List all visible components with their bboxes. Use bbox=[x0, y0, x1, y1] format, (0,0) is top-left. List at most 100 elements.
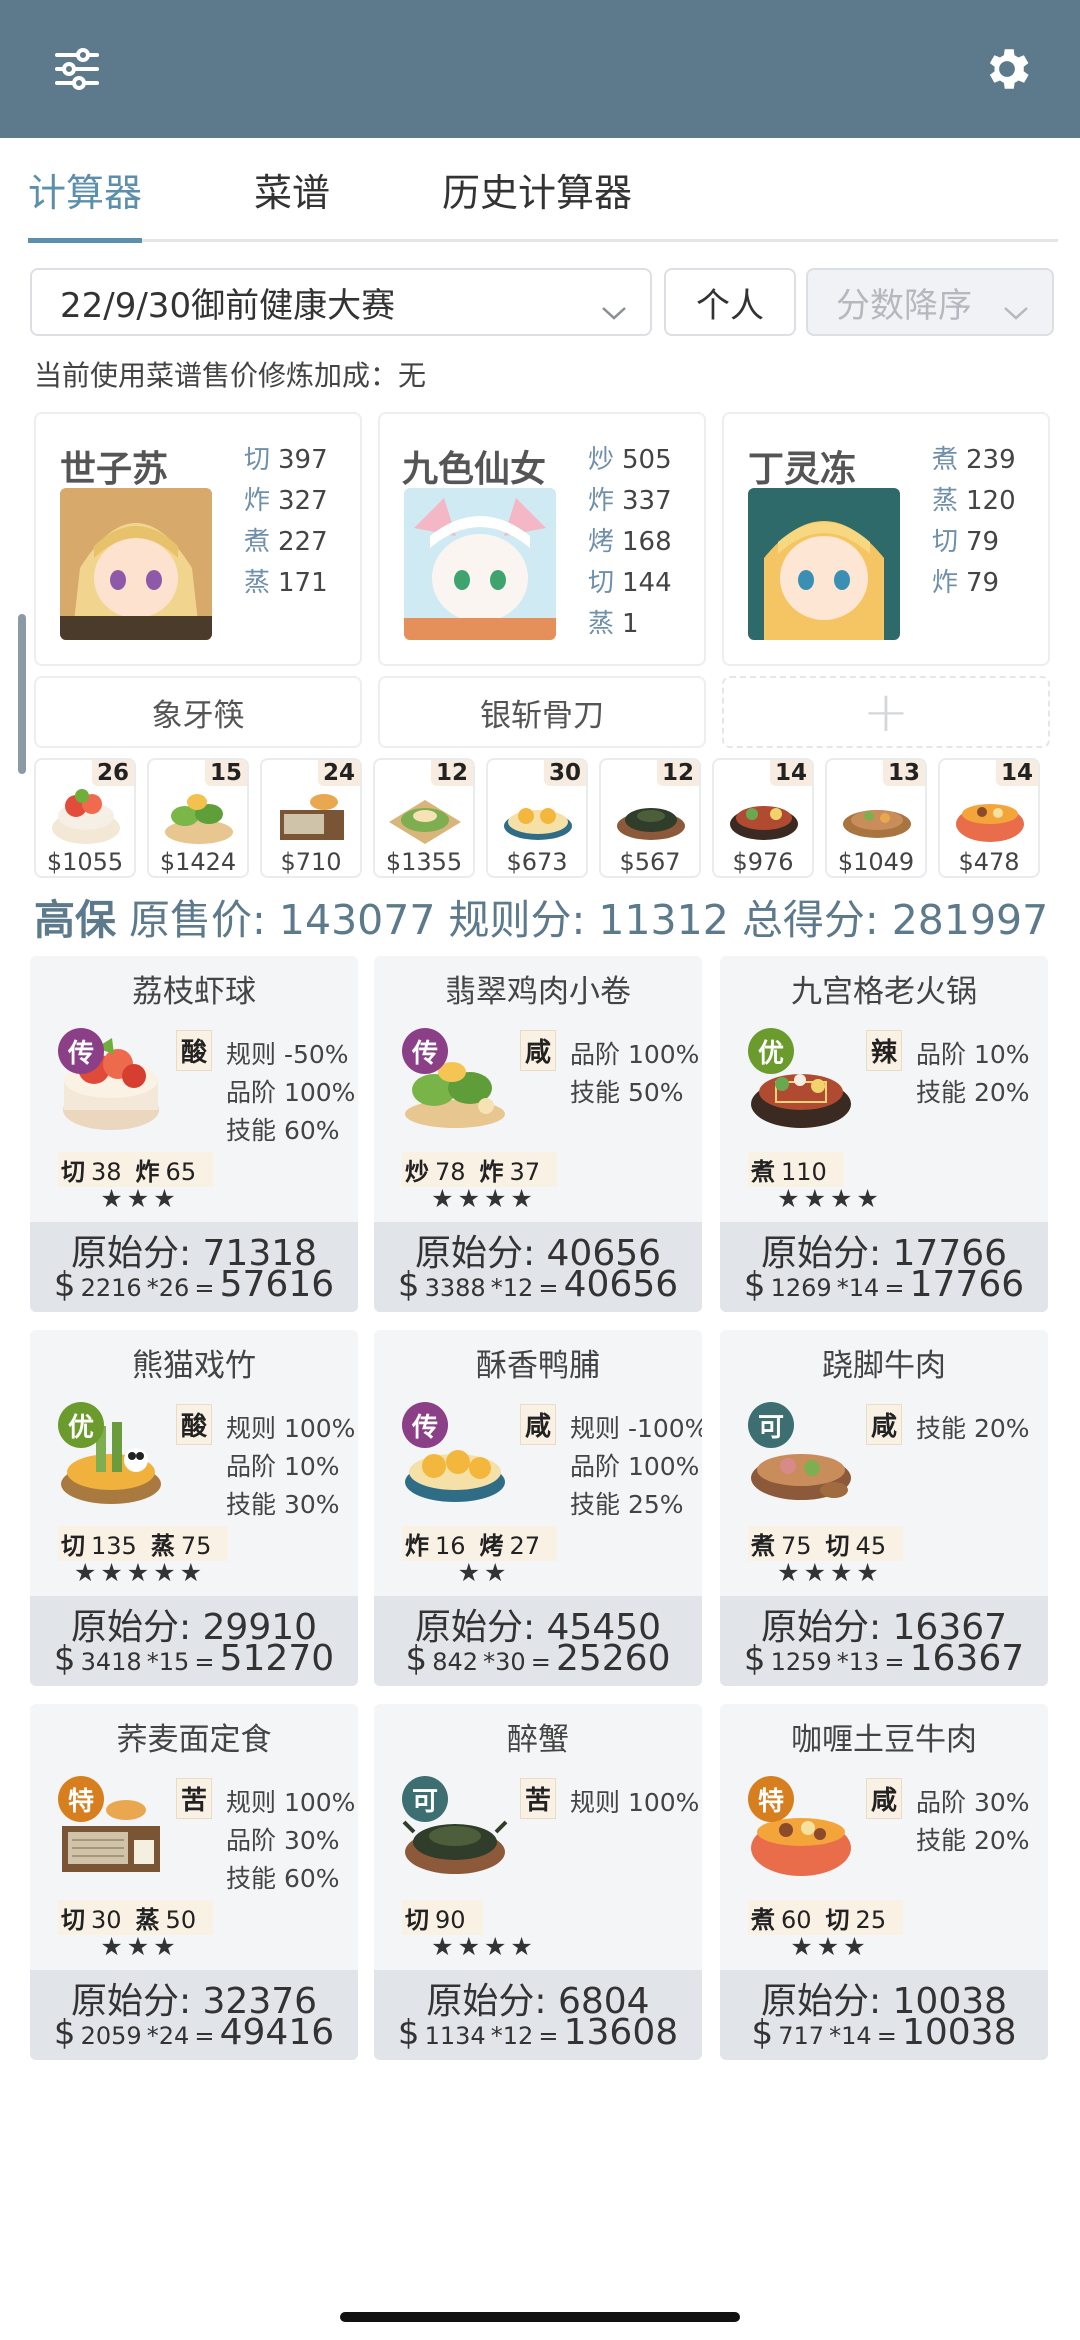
bonus-note: 当前使用菜谱售价修炼加成：无 bbox=[34, 359, 427, 392]
requirement-value: 110 bbox=[781, 1158, 827, 1186]
equals-sign: = bbox=[194, 1274, 215, 1302]
price-calc: $ 1269 *14 = 17766 bbox=[720, 1264, 1048, 1305]
price-calc: $ 842 *30 = 25260 bbox=[374, 1638, 702, 1679]
requirement-value: 75 bbox=[180, 1532, 212, 1560]
dish-modifier: 技能 60% bbox=[226, 1864, 340, 1893]
tab-divider bbox=[28, 239, 1058, 242]
mini-dish[interactable]: 14 $478 bbox=[938, 758, 1040, 878]
summary-rule-value: 11312 bbox=[598, 896, 729, 944]
dish-modifier: 技能 20% bbox=[916, 1826, 1030, 1855]
chef-skills: 切 397 炸 327 煮 227 蒸 171 bbox=[244, 440, 328, 604]
price-calc: $ 717 *14 = 10038 bbox=[720, 2012, 1048, 2053]
dish-name: 熊猫戏竹 bbox=[132, 1348, 256, 1384]
requirement-value: 27 bbox=[509, 1532, 541, 1560]
home-indicator[interactable] bbox=[340, 2312, 740, 2322]
chef-skill: 切 79 bbox=[932, 527, 1000, 557]
mini-dish[interactable]: 30 $673 bbox=[486, 758, 588, 878]
dish-modifier: 规则 100% bbox=[226, 1788, 356, 1817]
chef-skills: 煮 239 蒸 120 切 79 炸 79 bbox=[932, 440, 1016, 604]
score-box: 原始分: 16367 $ 1259 *13 = 16367 bbox=[720, 1596, 1048, 1686]
dish-image bbox=[498, 780, 578, 854]
dish-price: $1424 bbox=[159, 848, 237, 876]
dish-stars: ★★★ bbox=[100, 1932, 180, 1961]
mini-dish[interactable]: 26 $1055 bbox=[34, 758, 136, 878]
mini-dish[interactable]: 15 $1424 bbox=[147, 758, 249, 878]
dish-price: $673 bbox=[506, 848, 568, 876]
mini-dish[interactable]: 13 $1049 bbox=[825, 758, 927, 878]
contest-select[interactable]: 22/9/30御前健康大赛 bbox=[30, 268, 652, 336]
dish-card[interactable]: 醉蟹 可 苦 规则 100% 切 90 ★★★★ 原始分: 6804 $ 1134… bbox=[374, 1704, 702, 2060]
dish-card[interactable]: 咖喱土豆牛肉 特 咸 品阶 30% 技能 20% 煮 60 切 25 ★★★ 原始分: … bbox=[720, 1704, 1048, 2060]
mini-dish[interactable]: 12 $1355 bbox=[373, 758, 475, 878]
dish-price: $1355 bbox=[385, 848, 463, 876]
dollar-sign: $ bbox=[743, 1265, 766, 1305]
dollar-sign: $ bbox=[53, 2013, 76, 2053]
unit-price: 1134 bbox=[424, 2022, 486, 2050]
dish-name: 九宫格老火锅 bbox=[791, 974, 977, 1010]
gear-icon[interactable] bbox=[972, 34, 1042, 104]
price-calc: $ 3388 *12 = 40656 bbox=[374, 1264, 702, 1305]
chef-card[interactable]: 丁灵冻 煮 239 蒸 120 切 79 炸 79 bbox=[722, 412, 1050, 666]
multiplier: *24 bbox=[146, 2022, 190, 2050]
dish-count: 15 bbox=[204, 760, 247, 786]
multiplier: *14 bbox=[829, 2022, 872, 2050]
equals-sign: = bbox=[884, 1648, 905, 1676]
chef-name: 九色仙女 bbox=[402, 449, 547, 490]
dish-card[interactable]: 荞麦面定食 特 苦 规则 100% 品阶 30% 技能 60% 切 30 蒸 50 ★★★… bbox=[30, 1704, 358, 2060]
equals-sign: = bbox=[194, 2022, 215, 2050]
score-box: 原始分: 17766 $ 1269 *14 = 17766 bbox=[720, 1222, 1048, 1312]
sliders-icon[interactable] bbox=[42, 34, 112, 104]
sort-select[interactable]: 分数降序 bbox=[806, 268, 1054, 336]
requirement-skill: 切 bbox=[825, 1906, 850, 1934]
dish-modifier: 品阶 10% bbox=[916, 1040, 1030, 1069]
rarity-badge: 优 bbox=[748, 1028, 794, 1074]
price-calc: $ 3418 *15 = 51270 bbox=[30, 1638, 358, 1679]
tab-recipes[interactable]: 菜谱 bbox=[254, 162, 330, 217]
chef-card[interactable]: 九色仙女 炒 505 炸 337 烤 168 切 144 蒸1 bbox=[378, 412, 706, 666]
dish-card[interactable]: 荔枝虾球 传 酸 规则 -50% 品阶 100% 技能 60% 切 38 炸 65 ★★★… bbox=[30, 956, 358, 1312]
scrollbar[interactable] bbox=[18, 614, 26, 774]
dish-card[interactable]: 跷脚牛肉 可 咸 技能 20% 煮 75 切 45 ★★★★ 原始分: 16367 $… bbox=[720, 1330, 1048, 1686]
dish-card[interactable]: 熊猫戏竹 优 酸 规则 100% 品阶 10% 技能 30% 切 135 蒸 75 ★★★… bbox=[30, 1330, 358, 1686]
dish-image bbox=[159, 780, 239, 854]
requirement-value: 38 bbox=[91, 1158, 122, 1186]
rarity-badge: 传 bbox=[58, 1028, 104, 1074]
dish-total: 13608 bbox=[563, 2012, 679, 2053]
mini-dish[interactable]: 24 $710 bbox=[260, 758, 362, 878]
dish-card[interactable]: 酥香鸭脯 传 咸 规则 -100% 品阶 100% 技能 25% 炸 16 烤 27 ★★… bbox=[374, 1330, 702, 1686]
dish-count: 26 bbox=[91, 760, 134, 786]
dish-card[interactable]: 九宫格老火锅 优 辣 品阶 10% 技能 20% 煮 110 ★★★★ 原始分: 1… bbox=[720, 956, 1048, 1312]
equip-slot-1[interactable]: 象牙筷 bbox=[34, 676, 362, 748]
dish-name: 跷脚牛肉 bbox=[822, 1348, 946, 1384]
requirement-value: 45 bbox=[855, 1532, 887, 1560]
dish-modifiers: 品阶 100% 技能 50% bbox=[570, 1036, 699, 1112]
mode-select-value: 个人 bbox=[696, 285, 764, 326]
chef-skills: 炒 505 炸 337 烤 168 切 144 蒸1 bbox=[588, 440, 672, 645]
mini-dish[interactable]: 12 $567 bbox=[599, 758, 701, 878]
dish-modifier: 品阶 30% bbox=[226, 1826, 340, 1855]
dish-card[interactable]: 翡翠鸡肉小卷 传 咸 品阶 100% 技能 50% 炒 78 炸 37 ★★★★ 原始分… bbox=[374, 956, 702, 1312]
requirement-value: 50 bbox=[165, 1906, 197, 1934]
equip-slot-2[interactable]: 银斩骨刀 bbox=[378, 676, 706, 748]
rarity-badge: 特 bbox=[748, 1776, 794, 1822]
tab-calculator[interactable]: 计算器 bbox=[28, 162, 142, 217]
tab-history-calculator[interactable]: 历史计算器 bbox=[442, 162, 632, 217]
condiment-badge: 苦 bbox=[176, 1778, 213, 1819]
dish-total: 17766 bbox=[909, 1264, 1025, 1305]
requirement-skill: 切 bbox=[61, 1906, 85, 1934]
mode-select[interactable]: 个人 bbox=[664, 268, 796, 336]
condiment-badge: 酸 bbox=[176, 1030, 213, 1071]
summary-total-value: 281997 bbox=[891, 896, 1049, 944]
dish-modifier: 品阶 100% bbox=[226, 1078, 356, 1107]
requirement-value: 90 bbox=[435, 1906, 466, 1934]
dish-stars: ★★★★ bbox=[777, 1558, 883, 1587]
contest-select-value: 22/9/30御前健康大赛 bbox=[60, 285, 396, 326]
add-equip-button[interactable]: + bbox=[722, 676, 1050, 748]
dish-stars: ★★ bbox=[457, 1558, 511, 1587]
dish-stars: ★★★ bbox=[100, 1184, 180, 1213]
mini-dish[interactable]: 14 $976 bbox=[712, 758, 814, 878]
score-box: 原始分: 10038 $ 717 *14 = 10038 bbox=[720, 1970, 1048, 2060]
chef-card[interactable]: 世子苏 切 397 炸 327 煮 227 蒸 171 bbox=[34, 412, 362, 666]
dish-price: $567 bbox=[619, 848, 681, 876]
chef-skill: 蒸1 bbox=[588, 609, 639, 639]
